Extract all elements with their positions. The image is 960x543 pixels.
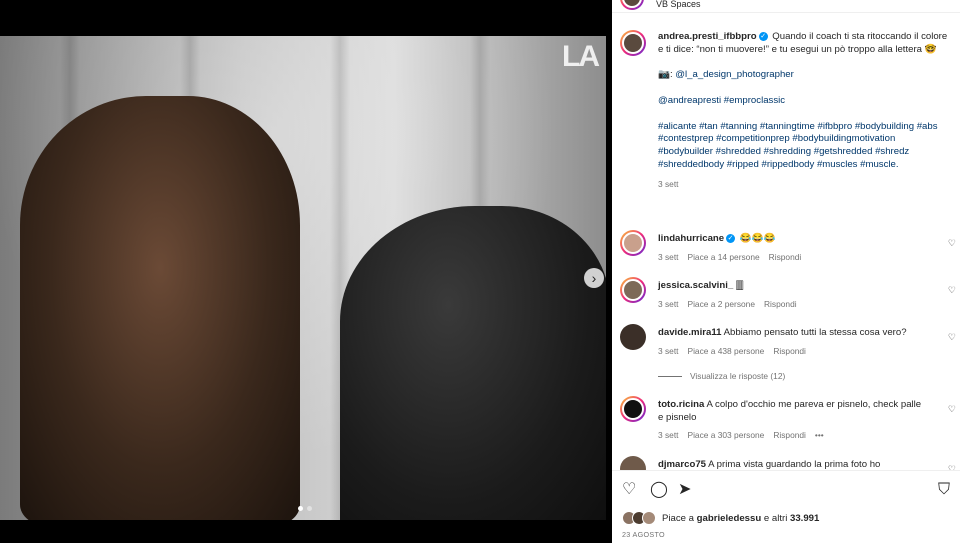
- reply-button[interactable]: Rispondi: [769, 252, 802, 262]
- bodybuilder-figure: [20, 96, 300, 520]
- comment-meta: 3 sett Piace a 303 persone Rispondi •••: [658, 430, 824, 440]
- coach-figure: [340, 206, 606, 520]
- comment-meta: 3 sett Piace a 2 persone Rispondi: [658, 299, 797, 309]
- more-options-icon[interactable]: •••: [815, 430, 824, 440]
- comment-icon[interactable]: ◯: [650, 481, 668, 499]
- post-action-bar: ♡ ◯ ➤ ⛉ Piace a gabrieledessu e altri 33…: [612, 470, 960, 543]
- comment-text: Abbiamo pensato tutti la stessa cosa ver…: [723, 327, 907, 338]
- author-avatar[interactable]: [620, 30, 646, 56]
- comment-likes[interactable]: Piace a 438 persone: [687, 346, 764, 356]
- caption-hashtags[interactable]: #alicante #tan #tanning #tanningtime #if…: [658, 121, 948, 172]
- comment-like-icon[interactable]: ♡: [948, 238, 956, 249]
- caption-time: 3 sett: [658, 178, 679, 189]
- carousel-dot: [298, 506, 303, 511]
- post-photo[interactable]: LA: [0, 36, 606, 520]
- view-replies-button[interactable]: Visualizza le risposte (12): [658, 371, 785, 381]
- comment-username[interactable]: davide.mira11: [658, 327, 721, 338]
- likes-summary[interactable]: Piace a gabrieledessu e altri 33.991: [622, 511, 819, 525]
- comment-likes[interactable]: Piace a 2 persone: [687, 299, 755, 309]
- comment-username[interactable]: djmarco75: [658, 459, 706, 470]
- reply-button[interactable]: Rispondi: [764, 299, 797, 309]
- liker-avatar: [642, 511, 656, 525]
- photo-credit: 📷: @l_a_design_photographer: [658, 69, 794, 81]
- comment-meta: 3 sett Piace a 14 persone Rispondi: [658, 252, 802, 262]
- author-avatar[interactable]: [620, 0, 644, 10]
- comment-username[interactable]: lindahurricane: [658, 233, 724, 244]
- like-icon[interactable]: ♡: [622, 481, 636, 499]
- location-label[interactable]: VB Spaces: [656, 0, 701, 9]
- verified-icon: ✓: [758, 31, 768, 41]
- comment-like-icon[interactable]: ♡: [948, 332, 956, 343]
- comment-like-icon[interactable]: ♡: [948, 404, 956, 415]
- comment-likes[interactable]: Piace a 14 persone: [687, 252, 759, 262]
- save-icon[interactable]: ⛉: [938, 481, 950, 499]
- commenter-avatar[interactable]: [620, 277, 646, 303]
- comment-likes[interactable]: Piace a 303 persone: [687, 430, 764, 440]
- caption-mentions[interactable]: @andreapresti #emproclassic: [658, 95, 948, 108]
- comment-meta: 3 sett Piace a 438 persone Rispondi: [658, 346, 806, 356]
- comment-username[interactable]: toto.ricina: [658, 399, 704, 410]
- share-icon[interactable]: ➤: [678, 481, 691, 499]
- comment-text: A prima vista guardando la prima foto ho: [708, 459, 881, 470]
- post-caption: andrea.presti_ifbbpro ✓ Quando il coach t…: [658, 31, 948, 191]
- comment-text: 🀫: [735, 280, 744, 291]
- post-media: LA ›: [0, 0, 612, 543]
- comment-like-icon[interactable]: ♡: [948, 285, 956, 296]
- caption-username[interactable]: andrea.presti_ifbbpro: [658, 31, 757, 42]
- post-header: VB Spaces: [612, 0, 960, 13]
- commenter-avatar[interactable]: [620, 396, 646, 422]
- liker-username[interactable]: gabrieledessu: [697, 513, 762, 524]
- verified-icon: ✓: [726, 233, 736, 243]
- likes-text: Piace a gabrieledessu e altri 33.991: [662, 512, 820, 524]
- carousel-dots: [298, 506, 312, 511]
- comment-text: 😂😂😂: [739, 233, 776, 244]
- post-date: 23 AGOSTO: [622, 530, 665, 539]
- reply-button[interactable]: Rispondi: [773, 346, 806, 356]
- commenter-avatar[interactable]: [620, 324, 646, 350]
- photographer-link[interactable]: @l_a_design_photographer: [675, 69, 794, 80]
- commenter-avatar[interactable]: [620, 230, 646, 256]
- next-slide-icon[interactable]: ›: [584, 268, 604, 288]
- reply-button[interactable]: Rispondi: [773, 430, 806, 440]
- watermark-logo: LA: [562, 40, 600, 73]
- comment-username[interactable]: jessica.scalvini_: [658, 280, 733, 291]
- carousel-dot: [307, 506, 312, 511]
- post-side-panel: VB Spaces andrea.presti_ifbbpro ✓ Quando …: [612, 0, 960, 543]
- likes-count[interactable]: 33.991: [790, 513, 819, 524]
